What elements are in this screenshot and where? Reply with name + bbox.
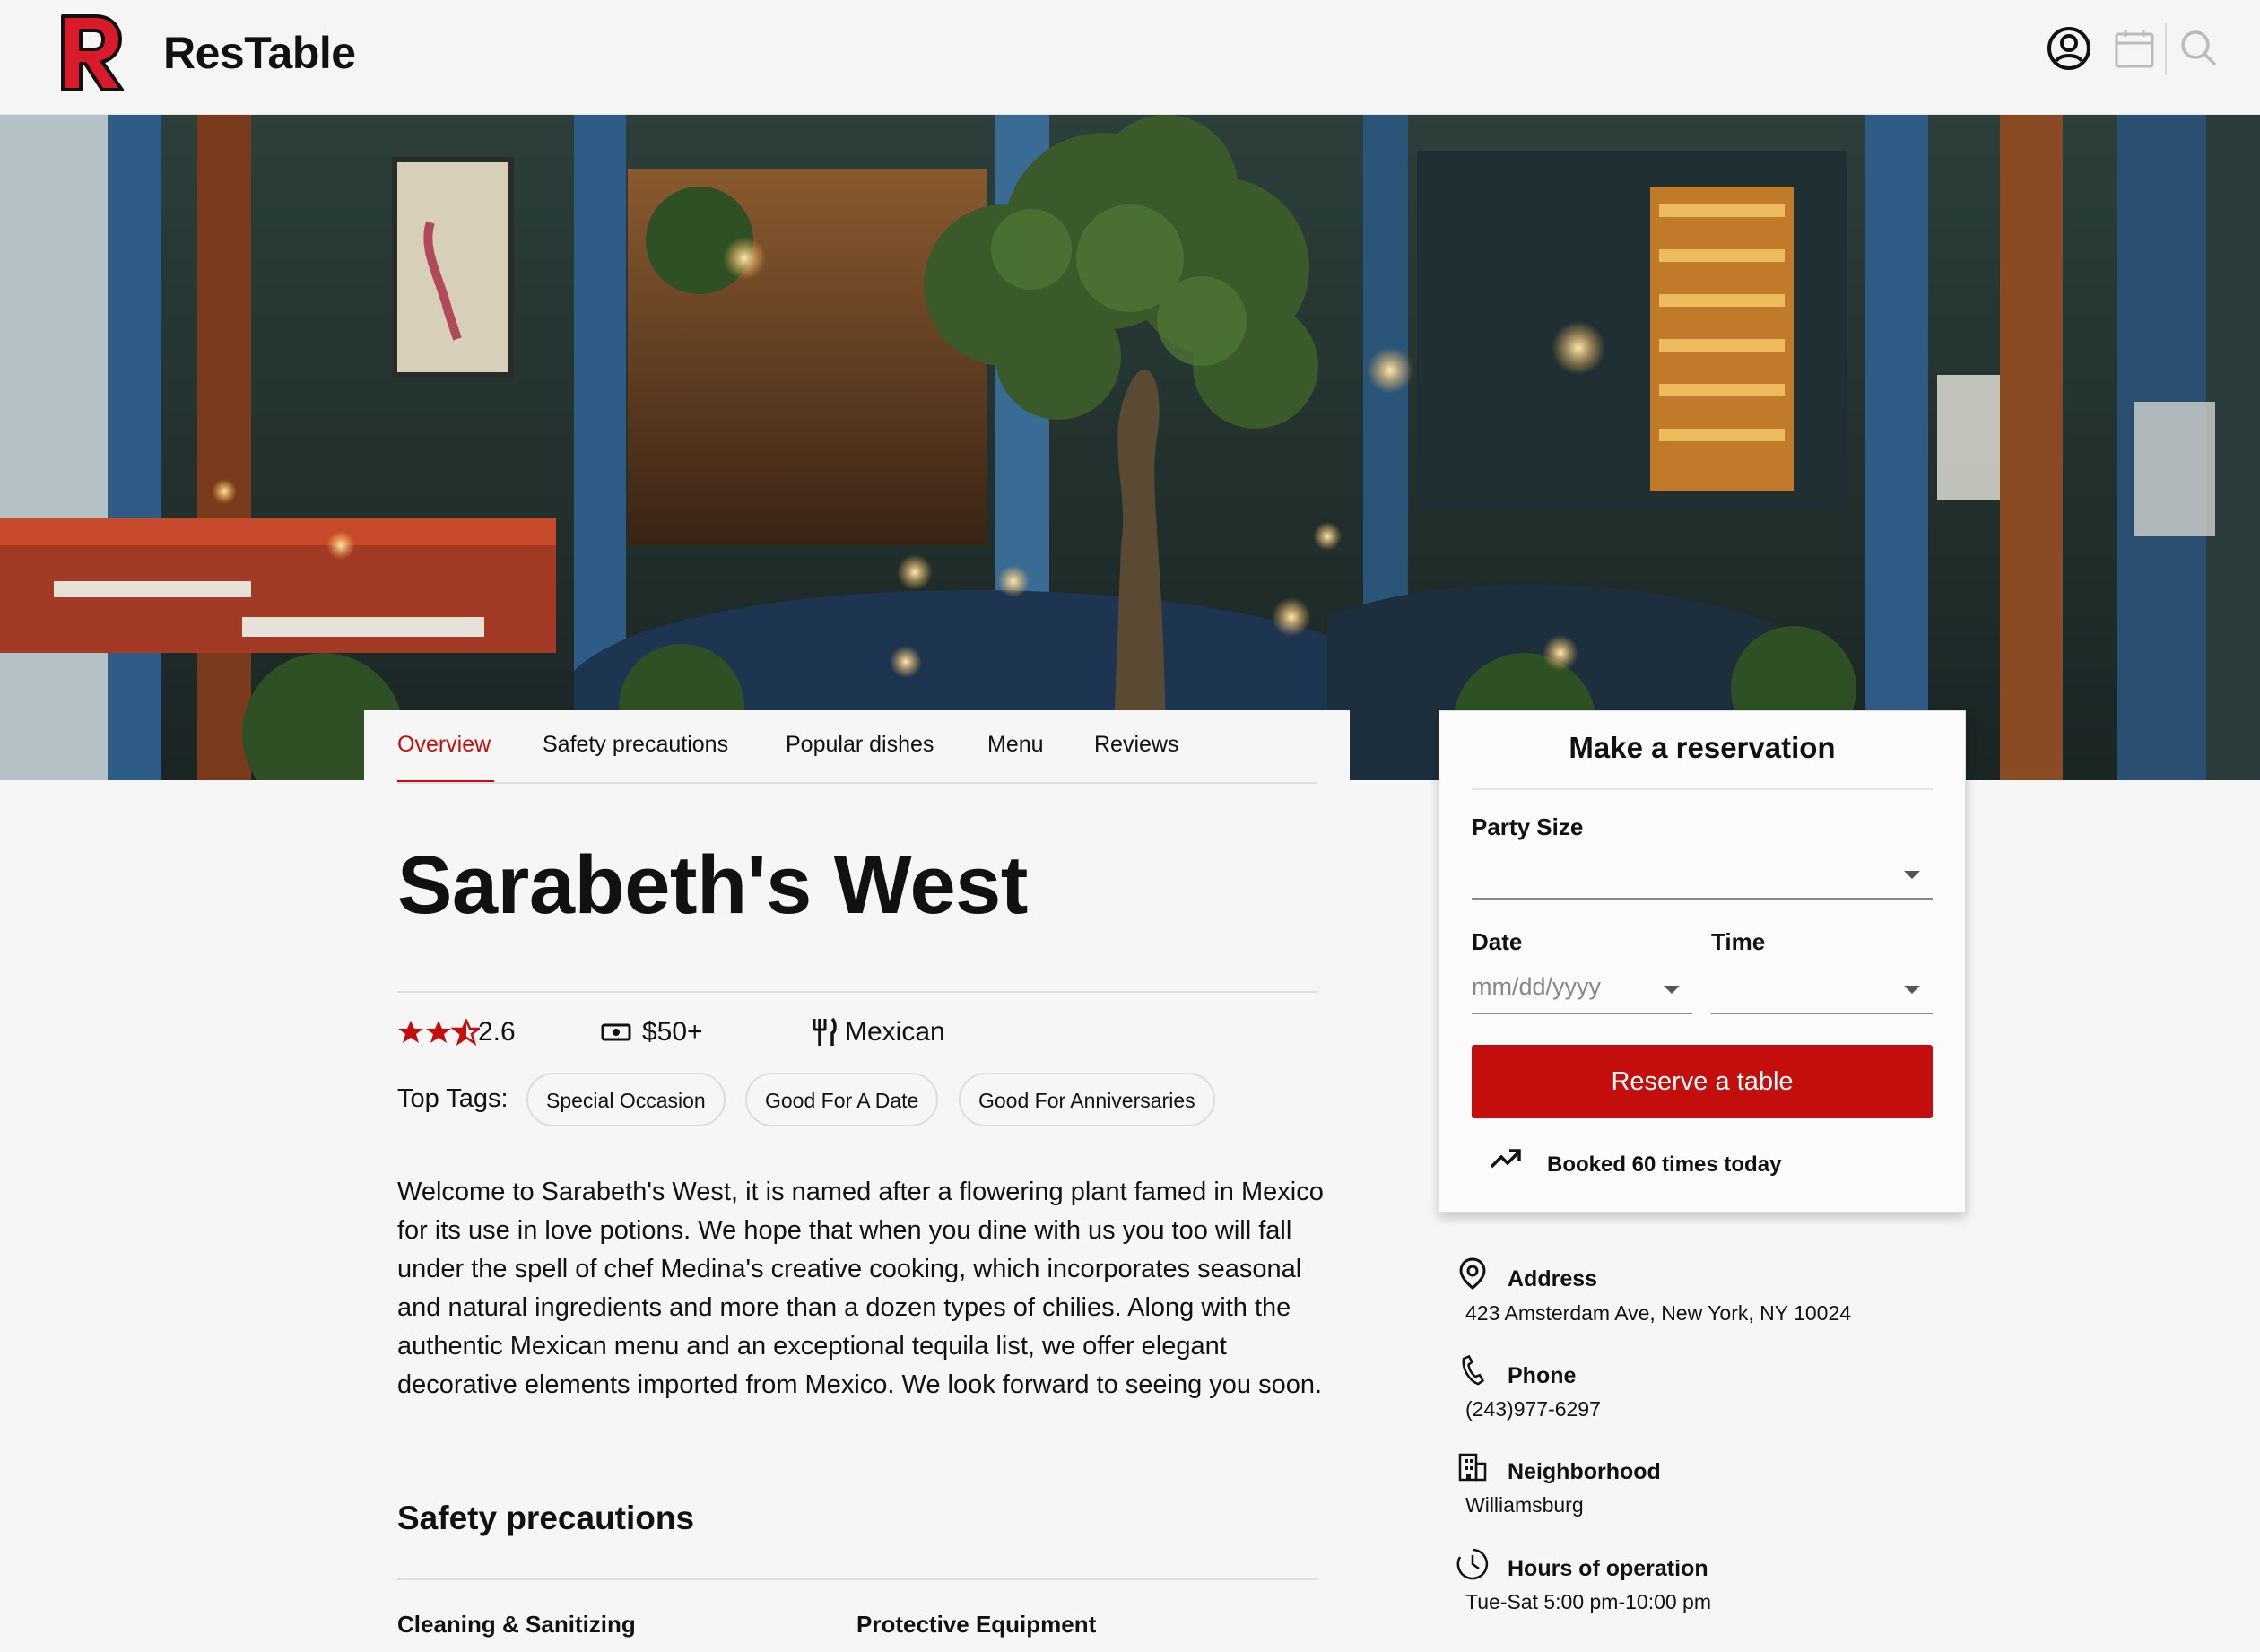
cuisine: Mexican — [811, 1017, 945, 1048]
phone-label: Phone — [1508, 1363, 1577, 1388]
money-icon — [601, 1023, 631, 1041]
rating-value: 2.6 — [478, 1017, 516, 1047]
phone-value[interactable]: (243)977-6297 — [1465, 1397, 1601, 1422]
party-size-label: Party Size — [1472, 813, 1584, 840]
restaurant-name: Sarabeth's West — [397, 839, 1028, 931]
card-divider — [1472, 788, 1933, 790]
restaurant-hero-image — [0, 115, 2260, 780]
tab-overview[interactable]: Overview — [397, 732, 491, 758]
brand-name[interactable]: ResTable — [163, 27, 356, 79]
header-separator — [2165, 23, 2167, 75]
top-tags-label: Top Tags: — [397, 1084, 508, 1113]
account-icon[interactable] — [2044, 23, 2094, 74]
neighborhood-label: Neighborhood — [1508, 1459, 1661, 1484]
tab-reviews[interactable]: Reviews — [1094, 732, 1178, 758]
tag-special-occasion[interactable]: Special Occasion — [526, 1073, 726, 1126]
protective-equipment-heading: Protective Equipment — [856, 1611, 1097, 1638]
safety-divider — [397, 1578, 1318, 1580]
tab-safety-precautions[interactable]: Safety precautions — [543, 732, 728, 758]
title-divider — [397, 991, 1318, 993]
reserve-table-button[interactable]: Reserve a table — [1472, 1045, 1933, 1118]
cleaning-sanitizing-heading: Cleaning & Sanitizing — [397, 1611, 636, 1638]
utensils-icon — [813, 1017, 837, 1046]
reservation-card: Make a reservation Party Size Date mm/dd… — [1439, 710, 1966, 1213]
rating: 2.6 — [397, 1017, 516, 1048]
tab-bar-divider — [397, 782, 1317, 784]
safety-precautions-heading: Safety precautions — [397, 1500, 695, 1536]
tab-bar: Overview Safety precautions Popular dish… — [364, 710, 1350, 784]
trending-up-icon — [1490, 1149, 1521, 1169]
booked-today-text: Booked 60 times today — [1547, 1152, 1782, 1177]
hours-value: Tue-Sat 5:00 pm-10:00 pm — [1465, 1590, 1712, 1613]
reservation-title: Make a reservation — [1569, 731, 1836, 764]
date-placeholder: mm/dd/yyyy — [1472, 973, 1602, 1000]
tab-popular-dishes[interactable]: Popular dishes — [786, 732, 934, 758]
chevron-down-icon — [1904, 871, 1920, 879]
top-bar: ResTable — [0, 0, 2260, 115]
hours-label: Hours of operation — [1508, 1556, 1708, 1581]
neighborhood-value: Williamsburg — [1465, 1493, 1584, 1517]
tab-menu[interactable]: Menu — [987, 732, 1044, 758]
address-value: 423 Amsterdam Ave, New York, NY 10024 — [1465, 1301, 1852, 1325]
chevron-down-icon — [1664, 986, 1680, 994]
address-label: Address — [1508, 1266, 1598, 1291]
date-input[interactable]: mm/dd/yyyy — [1472, 962, 1692, 1014]
tag-good-for-a-date[interactable]: Good For A Date — [745, 1073, 939, 1126]
star-rating-icon — [398, 1019, 480, 1046]
restable-logo[interactable] — [56, 11, 126, 93]
chevron-down-icon — [1904, 986, 1920, 994]
price: $50+ — [601, 1017, 703, 1048]
cuisine-value: Mexican — [845, 1017, 945, 1047]
location-pin-icon — [1459, 1257, 1486, 1290]
time-select[interactable] — [1711, 962, 1933, 1014]
building-icon — [1458, 1453, 1487, 1482]
tag-good-for-anniversaries[interactable]: Good For Anniversaries — [959, 1073, 1215, 1126]
search-icon[interactable] — [2174, 23, 2224, 74]
phone-icon — [1462, 1354, 1485, 1386]
party-size-select[interactable] — [1472, 848, 1933, 900]
time-label: Time — [1711, 928, 1766, 955]
date-label: Date — [1472, 928, 1523, 955]
price-value: $50+ — [642, 1017, 703, 1047]
calendar-icon[interactable] — [2109, 23, 2160, 74]
restaurant-description: Welcome to Sarabeth's West, it is named … — [397, 1178, 1324, 1399]
clock-icon — [1456, 1548, 1489, 1580]
